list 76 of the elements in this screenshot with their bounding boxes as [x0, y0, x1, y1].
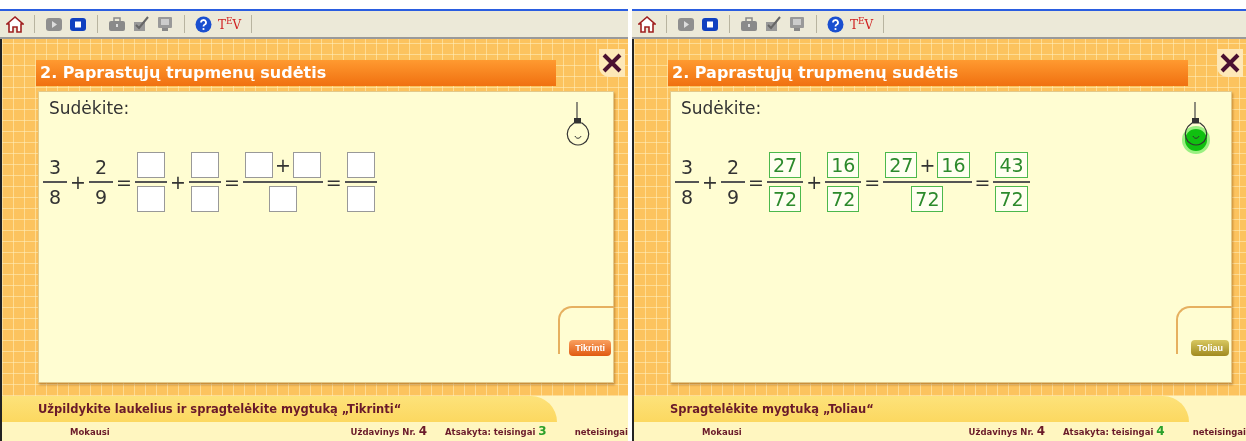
denominator: 9: [94, 186, 109, 208]
check-button[interactable]: Tikrinti: [569, 340, 611, 356]
briefcase-icon[interactable]: [108, 16, 126, 32]
mode-label: Mokausi: [70, 427, 111, 437]
help-icon[interactable]: [195, 15, 212, 33]
wrong-label: neteisingai: [1192, 427, 1246, 437]
math-sign: =: [324, 171, 343, 193]
mode-label: Mokausi: [702, 427, 743, 437]
math-sign: =: [973, 171, 992, 193]
answer-field[interactable]: [137, 186, 166, 212]
briefcase-icon[interactable]: [740, 16, 758, 32]
denominator: 8: [48, 186, 63, 208]
instruction-text: Užpildykite laukelius ir spragtelėkite mygtuką „Tikrinti“: [38, 402, 402, 416]
exercise-title: 2. Paprastųjų trupmenų sudėtis: [36, 60, 556, 86]
tev-button[interactable]: T$^{E}$V: [218, 16, 242, 32]
answer-field[interactable]: 27: [769, 152, 802, 178]
math-sign: =: [222, 171, 241, 193]
next-button[interactable]: Toliau: [1191, 340, 1229, 356]
answer-field[interactable]: [190, 186, 219, 212]
exercise-title: 2. Paprastųjų trupmenų sudėtis: [668, 60, 1188, 86]
denominator: 9: [726, 186, 741, 208]
numerator: 2: [94, 156, 109, 178]
exercise-prompt: Sudėkite:: [681, 98, 762, 118]
answer-field[interactable]: 16: [937, 152, 970, 178]
checklist-icon[interactable]: [764, 16, 782, 32]
answer-field[interactable]: 72: [827, 186, 860, 212]
exercise-prompt: Sudėkite:: [49, 98, 130, 118]
play-icon[interactable]: [677, 16, 695, 32]
stop-icon[interactable]: [701, 16, 719, 32]
instruction-text: Spragtelėkite mygtuką „Toliau“: [670, 402, 874, 416]
math-sign: +: [169, 171, 187, 193]
numerator: 3: [48, 156, 63, 178]
math-sign: +: [805, 171, 824, 193]
monitor-icon[interactable]: [156, 16, 174, 32]
answer-field[interactable]: 27: [885, 152, 918, 178]
math-sign: =: [747, 171, 766, 193]
stop-icon[interactable]: [69, 16, 87, 32]
answer-field[interactable]: 72: [995, 186, 1028, 212]
task-number: 4: [418, 424, 427, 438]
answer-field[interactable]: [346, 186, 375, 212]
play-icon[interactable]: [45, 16, 63, 32]
answer-field[interactable]: [244, 152, 273, 178]
correct-label: Atsakyta: teisingai: [445, 427, 536, 437]
task-label: Uždavinys Nr.: [968, 427, 1034, 437]
wrong-label: neteisingai: [574, 427, 628, 437]
math-sign: =: [863, 171, 882, 193]
help-icon[interactable]: [827, 15, 844, 33]
denominator: 8: [680, 186, 695, 208]
checklist-icon[interactable]: [132, 16, 150, 32]
correct-count: 4: [1156, 424, 1165, 438]
answer-field[interactable]: [268, 186, 297, 212]
close-icon[interactable]: [1217, 49, 1243, 77]
math-sign: +: [69, 171, 87, 193]
math-sign: =: [115, 171, 134, 193]
task-number: 4: [1036, 424, 1045, 438]
answer-field[interactable]: 72: [911, 186, 944, 212]
math-sign: +: [273, 154, 292, 176]
task-label: Uždavinys Nr.: [350, 427, 416, 437]
answer-field[interactable]: [137, 152, 166, 178]
numerator: 2: [726, 156, 741, 178]
monitor-icon[interactable]: [788, 16, 806, 32]
home-icon[interactable]: [638, 15, 656, 33]
close-icon[interactable]: [599, 49, 625, 77]
answer-field[interactable]: [190, 152, 219, 178]
answer-field[interactable]: [346, 152, 375, 178]
correct-label: Atsakyta: teisingai: [1063, 427, 1154, 437]
math-sign: +: [701, 171, 719, 193]
tev-button[interactable]: T$^{E}$V: [850, 16, 874, 32]
math-sign: +: [918, 154, 937, 176]
answer-field[interactable]: 16: [827, 152, 860, 178]
numerator: 3: [680, 156, 695, 178]
home-icon[interactable]: [6, 15, 24, 33]
answer-field[interactable]: 43: [995, 152, 1028, 178]
correct-count: 3: [538, 424, 547, 438]
answer-field[interactable]: [292, 152, 321, 178]
answer-field[interactable]: 72: [769, 186, 802, 212]
